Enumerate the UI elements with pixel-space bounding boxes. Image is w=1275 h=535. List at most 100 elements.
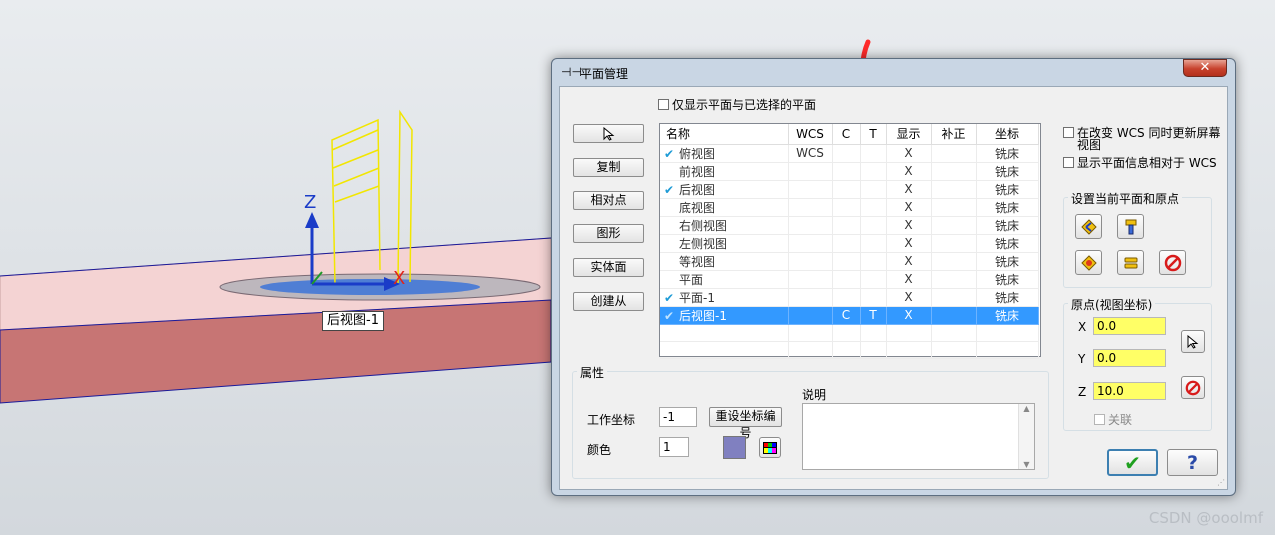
cell-comp[interactable] xyxy=(931,270,977,289)
cell-coord[interactable]: 铣床 xyxy=(976,144,1039,163)
cell-c[interactable] xyxy=(832,216,861,235)
cell-c[interactable] xyxy=(832,252,861,271)
cell-c[interactable] xyxy=(832,270,861,289)
cell-wcs[interactable] xyxy=(788,162,833,181)
cell-name[interactable]: 等视图 xyxy=(660,252,789,271)
create-from-button[interactable]: 创建从 xyxy=(573,292,644,311)
cell-comp[interactable] xyxy=(931,144,977,163)
cell-c[interactable] xyxy=(832,198,861,217)
color-input[interactable]: 1 xyxy=(659,437,689,457)
cell-name[interactable]: 底视图 xyxy=(660,198,789,217)
x-input[interactable]: 0.0 xyxy=(1093,317,1166,335)
cell-comp[interactable] xyxy=(931,180,977,199)
col-display[interactable]: 显示 xyxy=(886,124,932,145)
cell-show[interactable]: X xyxy=(886,288,932,307)
cell-wcs[interactable] xyxy=(788,270,833,289)
cell-coord[interactable]: 铣床 xyxy=(976,216,1039,235)
description-scrollbar[interactable]: ▲ ▼ xyxy=(1018,404,1034,469)
table-row[interactable]: 前视图 X 铣床 xyxy=(660,162,1039,181)
cell-wcs[interactable] xyxy=(788,198,833,217)
cell-c[interactable] xyxy=(832,144,861,163)
help-button[interactable]: ? xyxy=(1167,449,1218,476)
pick-origin-button[interactable] xyxy=(1181,330,1205,353)
cell-show[interactable]: X xyxy=(886,198,932,217)
show-only-checkbox-box[interactable] xyxy=(658,99,669,110)
cell-comp[interactable] xyxy=(931,234,977,253)
link-checkbox-box[interactable] xyxy=(1094,414,1105,425)
relative-info-checkbox[interactable]: 显示平面信息相对于 WCS xyxy=(1063,157,1223,169)
select-button[interactable] xyxy=(573,124,644,143)
relative-info-checkbox-box[interactable] xyxy=(1063,157,1074,168)
cell-t[interactable] xyxy=(860,198,887,217)
cell-coord[interactable]: 铣床 xyxy=(976,180,1039,199)
cell-show[interactable]: X xyxy=(886,234,932,253)
set-plane-origin-button[interactable] xyxy=(1075,214,1102,239)
cell-t[interactable] xyxy=(860,180,887,199)
cell-name[interactable]: 右侧视图 xyxy=(660,216,789,235)
work-coord-input[interactable]: -1 xyxy=(659,407,697,427)
cell-t[interactable] xyxy=(860,270,887,289)
table-row[interactable]: ✔ 平面-1 X 铣床 xyxy=(660,288,1039,307)
cell-coord[interactable]: 铣床 xyxy=(976,288,1039,307)
table-row[interactable]: 平面 X 铣床 xyxy=(660,270,1039,289)
cell-c[interactable] xyxy=(832,180,861,199)
cell-t[interactable] xyxy=(860,162,887,181)
cell-comp[interactable] xyxy=(931,252,977,271)
solid-face-button[interactable]: 实体面 xyxy=(573,258,644,277)
cell-c[interactable]: C xyxy=(832,306,861,325)
link-checkbox[interactable]: 关联 xyxy=(1094,414,1132,426)
update-view-checkbox-box[interactable] xyxy=(1063,127,1074,138)
scroll-up-icon[interactable]: ▲ xyxy=(1019,404,1034,413)
col-wcs[interactable]: WCS xyxy=(788,124,833,145)
cell-coord[interactable]: 铣床 xyxy=(976,234,1039,253)
cell-wcs[interactable] xyxy=(788,216,833,235)
table-row[interactable]: 右侧视图 X 铣床 xyxy=(660,216,1039,235)
color-picker-button[interactable] xyxy=(759,437,781,458)
cell-name[interactable]: ✔ 后视图 xyxy=(660,180,789,199)
col-name[interactable]: 名称 xyxy=(660,124,789,145)
cell-c[interactable] xyxy=(832,162,861,181)
y-input[interactable]: 0.0 xyxy=(1093,349,1166,367)
cell-t[interactable] xyxy=(860,216,887,235)
cell-c[interactable] xyxy=(832,234,861,253)
cell-show[interactable]: X xyxy=(886,252,932,271)
ok-button[interactable]: ✔ xyxy=(1107,449,1158,476)
cell-show[interactable]: X xyxy=(886,270,932,289)
show-only-checkbox[interactable]: 仅显示平面与已选择的平面 xyxy=(658,99,816,111)
table-row[interactable]: ✔ 后视图-1 C T X 铣床 xyxy=(660,306,1039,325)
cell-wcs[interactable] xyxy=(788,288,833,307)
cell-name[interactable]: 左侧视图 xyxy=(660,234,789,253)
geometry-button[interactable]: 图形 xyxy=(573,224,644,243)
col-t[interactable]: T xyxy=(860,124,887,145)
cell-coord[interactable]: 铣床 xyxy=(976,162,1039,181)
cell-t[interactable] xyxy=(860,144,887,163)
cell-t[interactable]: T xyxy=(860,306,887,325)
z-input[interactable]: 10.0 xyxy=(1093,382,1166,400)
cell-wcs[interactable] xyxy=(788,180,833,199)
table-row[interactable]: 等视图 X 铣床 xyxy=(660,252,1039,271)
table-row[interactable]: 底视图 X 铣床 xyxy=(660,198,1039,217)
set-equal-plane-button[interactable] xyxy=(1117,250,1144,275)
cell-show[interactable]: X xyxy=(886,162,932,181)
table-row[interactable]: 左侧视图 X 铣床 xyxy=(660,234,1039,253)
table-row[interactable]: ✔ 后视图 X 铣床 xyxy=(660,180,1039,199)
cell-t[interactable] xyxy=(860,234,887,253)
cell-coord[interactable]: 铣床 xyxy=(976,270,1039,289)
col-coord[interactable]: 坐标 xyxy=(976,124,1039,145)
plane-table[interactable]: 名称 WCS C T 显示 补正 坐标 ✔ 俯视图 WCS X 铣床 前视图 X 铣床 ✔ 后视图… xyxy=(659,123,1041,359)
cell-comp[interactable] xyxy=(931,198,977,217)
cell-name[interactable]: ✔ 平面-1 xyxy=(660,288,789,307)
reset-coord-number-button[interactable]: 重设坐标编号 xyxy=(709,407,782,440)
cell-wcs[interactable] xyxy=(788,306,833,325)
update-view-checkbox[interactable]: 在改变 WCS 同时更新屏幕视图 xyxy=(1063,127,1223,151)
cell-comp[interactable] xyxy=(931,216,977,235)
cell-name[interactable]: 前视图 xyxy=(660,162,789,181)
set-construction-plane-button[interactable] xyxy=(1075,250,1102,275)
table-row[interactable]: ✔ 俯视图 WCS X 铣床 xyxy=(660,144,1039,163)
cell-t[interactable] xyxy=(860,288,887,307)
close-button[interactable]: ✕ xyxy=(1183,59,1227,77)
cell-c[interactable] xyxy=(832,288,861,307)
cell-name[interactable]: ✔ 后视图-1 xyxy=(660,306,789,325)
cell-coord[interactable]: 铣床 xyxy=(976,252,1039,271)
dialog-titlebar[interactable]: ⊣⊣ 平面管理 ✕ xyxy=(552,59,1235,85)
